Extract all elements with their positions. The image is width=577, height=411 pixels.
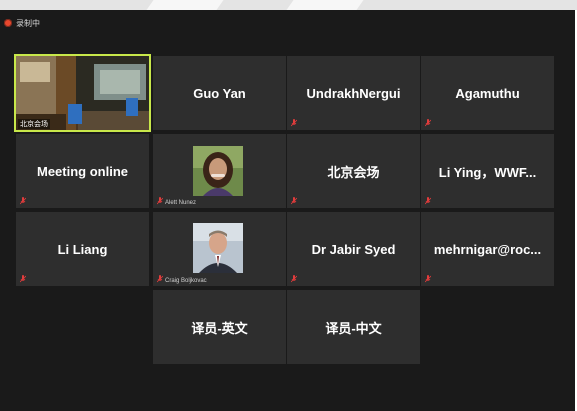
participant-name: 北京会场: [327, 164, 380, 180]
mic-muted-icon: [157, 197, 163, 205]
participant-tile[interactable]: Craig Boljkovac: [153, 212, 286, 286]
participant-name: Li Ying，WWF...: [438, 164, 537, 180]
participant-name: Dr Jabir Syed: [311, 241, 396, 257]
recording-dot-icon: [4, 19, 12, 27]
participant-tile[interactable]: Agamuthu: [421, 56, 554, 130]
mic-muted-icon: [425, 275, 431, 283]
participant-name: 译员-中文: [325, 320, 382, 336]
mic-muted-icon: [425, 197, 431, 205]
recording-label: 录制中: [16, 18, 40, 28]
meeting-window: 录制中 北京会场 Guo Yan UndrakhNergui Agamuthu: [0, 10, 575, 411]
participant-name: Agamuthu: [455, 85, 520, 101]
recording-indicator[interactable]: 录制中: [4, 16, 40, 30]
active-speaker-tile[interactable]: 北京会场: [14, 54, 151, 132]
participant-name: mehrnigar@roc...: [433, 241, 542, 257]
active-speaker-caption: 北京会场: [18, 119, 50, 129]
participant-tile[interactable]: mehrnigar@roc...: [421, 212, 554, 286]
participant-tile[interactable]: Guo Yan: [153, 56, 286, 130]
decor-band: [283, 0, 367, 10]
participant-name: UndrakhNergui: [306, 85, 401, 101]
top-strip: [0, 0, 577, 10]
participant-name: Li Liang: [57, 241, 108, 257]
participant-tile[interactable]: Li Ying，WWF...: [421, 134, 554, 208]
participant-photo: [193, 223, 243, 273]
participant-name: Guo Yan: [193, 85, 246, 101]
participant-tile[interactable]: 译员-英文: [153, 290, 286, 364]
mic-muted-icon: [20, 275, 26, 283]
decor-band: [143, 0, 227, 10]
participant-tile[interactable]: UndrakhNergui: [287, 56, 420, 130]
participant-tile[interactable]: Alett Nunez: [153, 134, 286, 208]
mic-muted-icon: [291, 197, 297, 205]
participant-small-name: Alett Nunez: [165, 200, 197, 206]
mic-muted-icon: [291, 119, 297, 127]
mic-muted-icon: [20, 197, 26, 205]
mic-muted-icon: [157, 275, 163, 283]
participant-small-name: Craig Boljkovac: [165, 278, 207, 284]
mic-muted-icon: [291, 275, 297, 283]
participant-tile[interactable]: 译员-中文: [287, 290, 420, 364]
participant-name: Meeting online: [37, 163, 128, 179]
participant-name: 译员-英文: [191, 320, 248, 336]
participant-tile[interactable]: Dr Jabir Syed: [287, 212, 420, 286]
participant-tile[interactable]: 北京会场: [287, 134, 420, 208]
mic-muted-icon: [425, 119, 431, 127]
participant-tile[interactable]: Li Liang: [16, 212, 149, 286]
participant-photo: [193, 146, 243, 196]
participant-tile[interactable]: Meeting online: [16, 134, 149, 208]
